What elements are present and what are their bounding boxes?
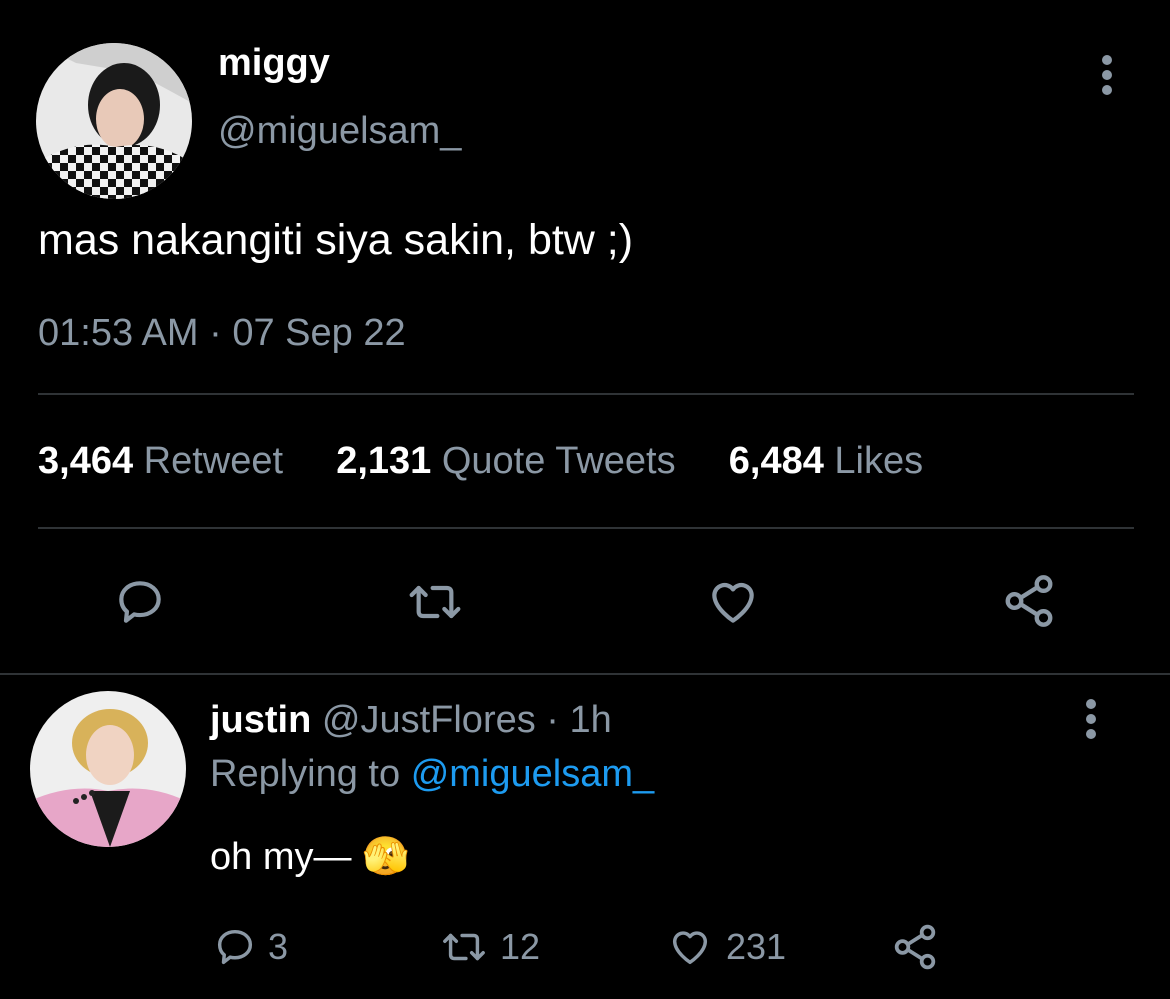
tweet-timestamp[interactable]: 01:53 AM · 07 Sep 22 — [38, 308, 406, 358]
retweet-icon — [436, 924, 492, 970]
like-icon — [666, 924, 714, 970]
reply-more-options-icon[interactable] — [1078, 698, 1104, 742]
replying-to-label: Replying to — [210, 753, 401, 795]
reply-author-avatar[interactable] — [30, 691, 186, 847]
reply-action-retweet[interactable]: 12 — [436, 922, 540, 972]
author-handle[interactable]: @miguelsam_ — [218, 108, 461, 154]
reply-icon — [212, 924, 258, 970]
reply-icon[interactable] — [112, 574, 168, 630]
quotes-count: 2,131 — [336, 440, 432, 482]
reply-author-display-name[interactable]: justin — [210, 699, 311, 741]
replying-to-handle[interactable]: @miguelsam_ — [411, 753, 654, 795]
likes-label: Likes — [834, 440, 924, 482]
reply-action-reply[interactable]: 3 — [212, 922, 288, 972]
reply-count: 3 — [268, 926, 289, 967]
more-options-icon[interactable] — [1094, 54, 1120, 98]
reply-action-like[interactable]: 231 — [666, 922, 786, 972]
retweets-count: 3,464 — [38, 440, 134, 482]
author-avatar[interactable] — [36, 43, 192, 199]
retweets-label: Retweet — [143, 440, 284, 482]
retweet-count: 12 — [500, 926, 541, 967]
replying-to-line: Replying to @miguelsam_ — [210, 750, 654, 798]
like-count: 231 — [726, 926, 787, 967]
quotes-stat[interactable]: 2,131 Quote Tweets — [336, 440, 686, 482]
retweet-icon[interactable] — [402, 574, 468, 630]
section-divider — [0, 673, 1170, 675]
tweet-text: mas nakangiti siya sakin, btw ;) — [38, 216, 634, 264]
share-icon[interactable] — [890, 922, 940, 972]
reply-header: justin @JustFlores · 1h — [210, 696, 612, 744]
reply-author-meta[interactable]: @JustFlores · 1h — [322, 699, 612, 741]
quotes-label: Quote Tweets — [441, 440, 676, 482]
reply-text: oh my— 🫣 — [210, 836, 410, 878]
likes-stat[interactable]: 6,484 Likes — [729, 440, 923, 482]
likes-count: 6,484 — [728, 440, 824, 482]
share-icon[interactable] — [1000, 572, 1058, 630]
divider — [38, 393, 1134, 395]
retweets-stat[interactable]: 3,464 Retweet — [38, 440, 294, 482]
author-display-name[interactable]: miggy — [218, 40, 330, 86]
like-icon[interactable] — [704, 574, 762, 630]
engagement-stats: 3,464 Retweet 2,131 Quote Tweets 6,484 L… — [38, 436, 923, 486]
divider — [38, 527, 1134, 529]
